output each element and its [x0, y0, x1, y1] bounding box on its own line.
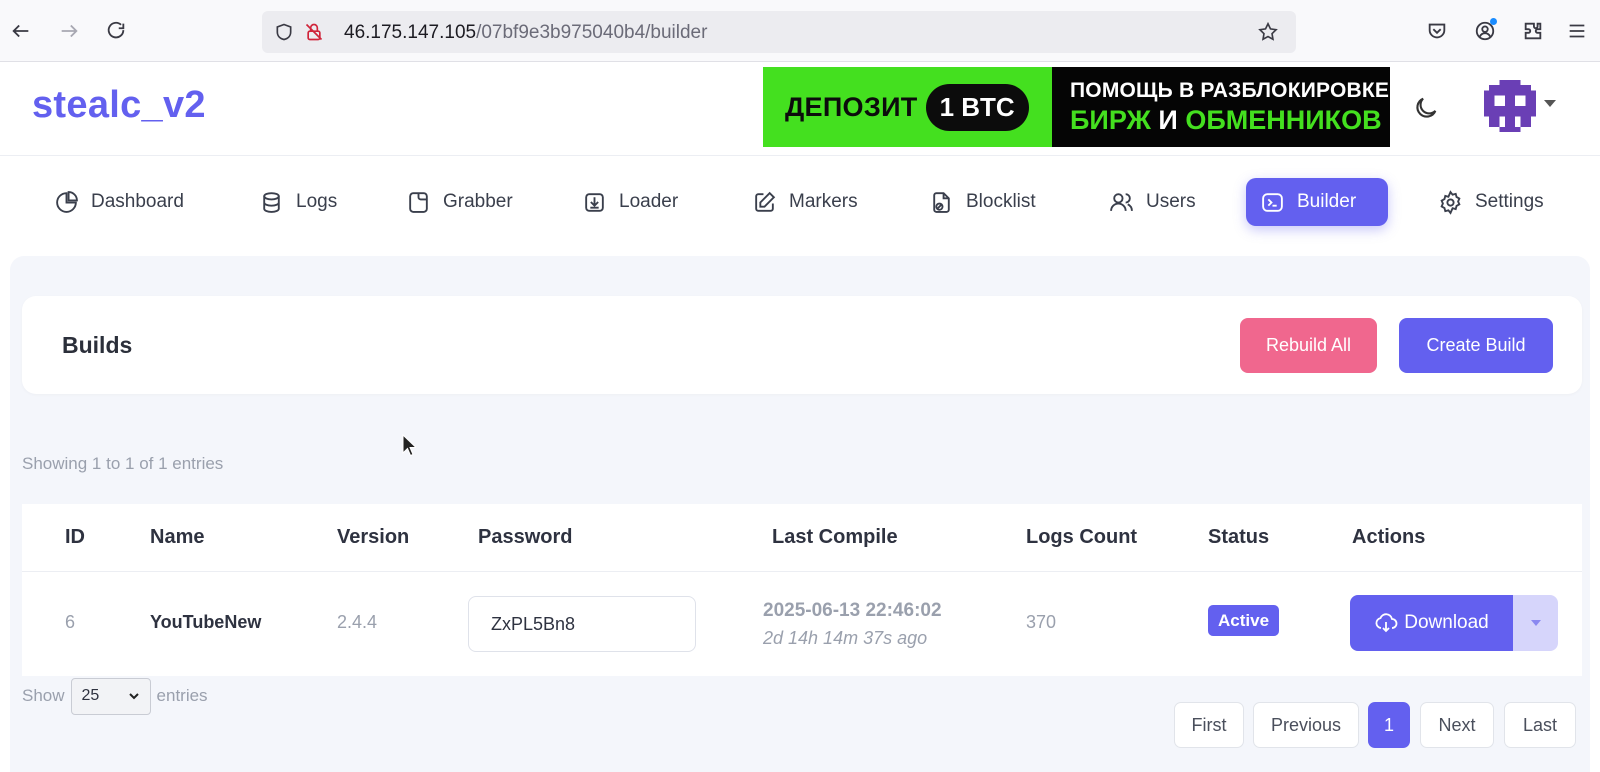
- download-button-group: Download: [1350, 595, 1558, 651]
- column-header[interactable]: ID: [65, 526, 85, 549]
- pagination-previous[interactable]: Previous: [1253, 702, 1359, 748]
- download-label: Download: [1404, 612, 1489, 633]
- nav-label: Logs: [296, 191, 338, 212]
- pagination-next[interactable]: Next: [1420, 702, 1494, 748]
- nav-label: Dashboard: [91, 191, 184, 212]
- user-avatar[interactable]: [1484, 80, 1536, 132]
- table-row: 6 YouTubeNew 2.4.4 2025-06-13 22:46:02 2…: [22, 572, 1582, 676]
- nav-item-settings[interactable]: Settings: [1424, 178, 1558, 226]
- column-header[interactable]: Status: [1208, 526, 1269, 549]
- pocket-icon[interactable]: [1424, 18, 1450, 44]
- download-dropdown-toggle[interactable]: [1513, 595, 1558, 651]
- nav-item-blocklist[interactable]: Blocklist: [915, 178, 1050, 226]
- back-arrow-icon[interactable]: [8, 18, 34, 44]
- ad-banner[interactable]: ДЕПОЗИТ 1 BTC ПОМОЩЬ В РАЗБЛОКИРОВКЕ БИР…: [763, 67, 1390, 147]
- file-blocked-icon: [933, 191, 950, 213]
- password-input[interactable]: [468, 596, 696, 652]
- pagination-page-1[interactable]: 1: [1368, 702, 1410, 748]
- shield-icon[interactable]: [272, 20, 296, 44]
- app-header: stealc_v2 ДЕПОЗИТ 1 BTC ПОМОЩЬ В РАЗБЛОК…: [0, 62, 1600, 156]
- folder-icon: [409, 191, 428, 213]
- nav-label: Loader: [619, 191, 679, 212]
- browser-toolbar: 46.175.147.105/07bf9e3b975040b4/builder: [0, 0, 1600, 62]
- page-title: Builds: [62, 332, 133, 358]
- page-size-select[interactable]: 25: [70, 677, 151, 715]
- nav-item-loader[interactable]: Loader: [568, 178, 692, 226]
- cell-compile-ago: 2d 14h 14m 37s ago: [763, 628, 928, 648]
- nav-label: Blocklist: [966, 191, 1036, 212]
- nav-label: Markers: [789, 191, 858, 212]
- main-nav: Dashboard Logs Grabber Loader Markers Bl…: [0, 156, 1600, 246]
- nav-item-logs[interactable]: Logs: [245, 178, 351, 226]
- users-icon: [1110, 192, 1133, 211]
- cell-logs-count: 370: [1026, 612, 1057, 632]
- chevron-down-icon: [1530, 620, 1541, 626]
- insecure-lock-icon[interactable]: [302, 20, 326, 44]
- nav-label: Users: [1146, 191, 1196, 212]
- column-header[interactable]: Actions: [1352, 526, 1425, 549]
- url-bar[interactable]: 46.175.147.105/07bf9e3b975040b4/builder: [262, 11, 1296, 53]
- builds-table: ID Name Version Password Last Compile Lo…: [22, 504, 1582, 676]
- mouse-cursor-icon: [402, 434, 416, 457]
- column-header[interactable]: Version: [337, 526, 409, 549]
- banner-deposit-text: ДЕПОЗИТ: [785, 91, 918, 122]
- banner-btc-pill: 1 BTC: [925, 83, 1029, 131]
- url-text[interactable]: 46.175.147.105/07bf9e3b975040b4/builder: [344, 22, 707, 44]
- reload-icon[interactable]: [103, 18, 129, 44]
- extensions-icon[interactable]: [1520, 18, 1546, 44]
- nav-item-builder[interactable]: Builder: [1246, 178, 1388, 226]
- avatar-caret-icon[interactable]: [1544, 100, 1556, 107]
- banner-deposit: ДЕПОЗИТ 1 BTC: [763, 67, 1052, 147]
- show-label: Show: [22, 686, 65, 705]
- page-size-value: 25: [81, 687, 100, 704]
- edit-icon: [755, 191, 776, 212]
- banner-line2: БИРЖ И ОБМЕННИКОВ: [1070, 104, 1382, 135]
- chevron-down-icon: [128, 693, 139, 700]
- content-area: Builds Rebuild All Create Build Showing …: [10, 256, 1590, 772]
- nav-item-users[interactable]: Users: [1095, 178, 1210, 226]
- nav-item-markers[interactable]: Markers: [738, 178, 872, 226]
- account-icon[interactable]: [1472, 18, 1498, 44]
- banner-line1: ПОМОЩЬ В РАЗБЛОКИРОВКЕ: [1070, 78, 1390, 102]
- column-header[interactable]: Password: [478, 526, 572, 549]
- dark-mode-moon-icon[interactable]: [1412, 94, 1442, 124]
- banner-help: ПОМОЩЬ В РАЗБЛОКИРОВКЕ БИРЖ И ОБМЕННИКОВ: [1052, 67, 1390, 147]
- showing-entries-text: Showing 1 to 1 of 1 entries: [22, 454, 224, 473]
- nav-label: Settings: [1475, 191, 1544, 212]
- entries-label: entries: [156, 686, 208, 705]
- pagination-last[interactable]: Last: [1504, 702, 1576, 748]
- pagination-first[interactable]: First: [1174, 702, 1244, 748]
- download-button[interactable]: Download: [1350, 595, 1513, 651]
- builds-header-card: Builds Rebuild All Create Build: [22, 296, 1582, 394]
- status-badge: Active: [1208, 605, 1280, 636]
- terminal-icon: [1262, 192, 1283, 212]
- bookmark-star-icon[interactable]: [1256, 20, 1280, 44]
- cell-id: 6: [65, 612, 76, 632]
- cloud-download-icon: [1375, 613, 1398, 633]
- nav-item-dashboard[interactable]: Dashboard: [40, 178, 198, 226]
- download-box-icon: [585, 192, 604, 212]
- gear-icon: [1440, 189, 1461, 215]
- page-size-control: Show 25 entries: [22, 676, 208, 716]
- column-header[interactable]: Last Compile: [772, 526, 898, 549]
- database-icon: [263, 191, 280, 213]
- nav-item-grabber[interactable]: Grabber: [392, 178, 527, 226]
- column-header[interactable]: Logs Count: [1026, 526, 1137, 549]
- menu-hamburger-icon[interactable]: [1564, 18, 1590, 44]
- table-header: ID Name Version Password Last Compile Lo…: [22, 504, 1582, 572]
- cell-last-compile: 2025-06-13 22:46:02: [763, 600, 942, 621]
- forward-arrow-icon[interactable]: [56, 18, 82, 44]
- brand-logo[interactable]: stealc_v2: [32, 84, 206, 127]
- create-build-button[interactable]: Create Build: [1399, 318, 1553, 373]
- column-header[interactable]: Name: [150, 526, 204, 549]
- nav-label: Builder: [1297, 191, 1357, 212]
- rebuild-all-button[interactable]: Rebuild All: [1240, 318, 1377, 373]
- cell-version: 2.4.4: [337, 612, 378, 632]
- pie-chart-icon: [56, 190, 78, 213]
- cell-name: YouTubeNew: [150, 612, 262, 632]
- nav-label: Grabber: [443, 191, 513, 212]
